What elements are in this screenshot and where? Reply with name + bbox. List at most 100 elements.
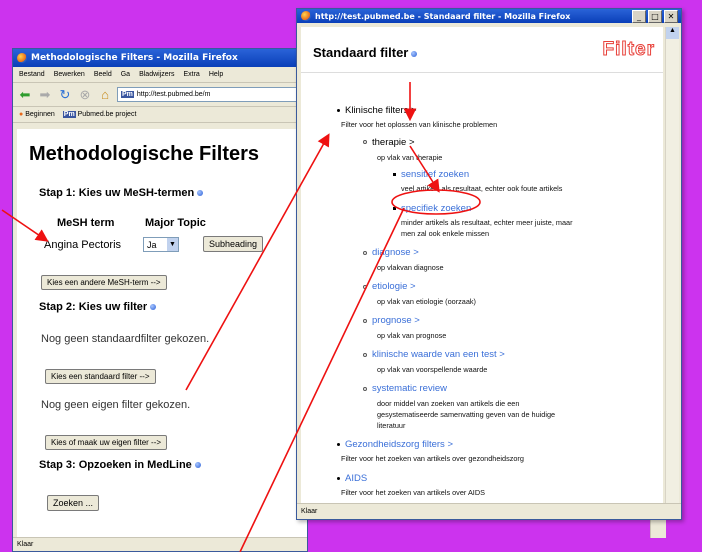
klinische-waarde-link[interactable]: klinische waarde van een test > bbox=[372, 349, 505, 360]
no-std-filter-text: Nog geen standaardfilter gekozen. bbox=[41, 333, 210, 345]
bookmark-pubmed[interactable]: Pm Pubmed.be project bbox=[62, 111, 137, 118]
item-etiologie[interactable]: etiologie > bbox=[363, 281, 416, 293]
firefox-icon bbox=[301, 11, 311, 21]
minimize-button[interactable]: _ bbox=[632, 9, 646, 23]
bullet-ring-icon bbox=[363, 386, 367, 391]
reload-icon[interactable]: ↻ bbox=[57, 87, 73, 103]
chevron-down-icon: ▼ bbox=[167, 238, 178, 251]
search-button[interactable]: Zoeken ... bbox=[47, 495, 100, 511]
standaard-filter-text: Standaard filter bbox=[313, 45, 409, 60]
item-diagnose[interactable]: diagnose > bbox=[363, 247, 419, 259]
item-sensitief[interactable]: sensitief zoeken bbox=[393, 169, 469, 181]
own-filter-button[interactable]: Kies of maak uw eigen filter --> bbox=[45, 435, 168, 450]
diagnose-desc: op vlakvan diagnose bbox=[377, 263, 444, 272]
menu-help[interactable]: Help bbox=[209, 71, 223, 78]
bullet-icon bbox=[337, 443, 340, 447]
other-mesh-button[interactable]: Kies een andere MeSH-term --> bbox=[41, 275, 167, 290]
scrollbar-up-arrow-icon[interactable]: ▲ bbox=[666, 27, 679, 39]
stop-icon[interactable]: ⊗ bbox=[77, 87, 93, 103]
left-browser-window: Methodologische Filters - Mozilla Firefo… bbox=[12, 48, 308, 552]
col-mesh-header: MeSH term bbox=[57, 217, 115, 229]
item-therapie[interactable]: therapie > bbox=[363, 137, 415, 149]
etiologie-desc: op vlak van etiologie (oorzaak) bbox=[377, 297, 476, 306]
right-scrollbar[interactable]: ▲ bbox=[665, 27, 679, 503]
filter-logo: Filter bbox=[602, 39, 655, 61]
bullet-ring-icon bbox=[363, 250, 367, 255]
step2-heading: Stap 2: Kies uw filter bbox=[39, 301, 157, 313]
item-aids[interactable]: AIDS bbox=[337, 473, 367, 485]
gezondheidszorg-link[interactable]: Gezondheidszorg filters > bbox=[345, 439, 453, 450]
aids-desc: Filter voor het zoeken van artikels over… bbox=[341, 488, 485, 497]
right-status-bar: Klaar bbox=[297, 503, 681, 519]
prognose-link[interactable]: prognose > bbox=[372, 315, 420, 326]
bookmark-pubmed-label: Pubmed.be project bbox=[77, 111, 137, 118]
klinische-desc: Filter voor het oplossen van klinische p… bbox=[341, 120, 498, 129]
menu-beeld[interactable]: Beeld bbox=[94, 71, 112, 78]
right-heading-row: Standaard filter Filter bbox=[301, 27, 663, 73]
item-klinische[interactable]: Klinische filters > bbox=[337, 105, 417, 117]
info-bullet-icon bbox=[197, 190, 204, 197]
aids-link[interactable]: AIDS bbox=[345, 473, 367, 484]
no-own-filter-text: Nog geen eigen filter gekozen. bbox=[41, 399, 191, 411]
step3-text: Stap 3: Opzoeken in MedLine bbox=[39, 459, 192, 471]
step2-text: Stap 2: Kies uw filter bbox=[39, 301, 148, 313]
close-button[interactable]: ✕ bbox=[664, 9, 678, 23]
item-specifiek[interactable]: specifiek zoeken bbox=[393, 203, 471, 215]
systematic-desc-2: gesystematiseerde samenvatting geven van… bbox=[377, 410, 556, 419]
right-window-title: http://test.pubmed.be - Standaard filter… bbox=[315, 11, 571, 21]
col-major-header: Major Topic bbox=[145, 217, 206, 229]
menu-extra[interactable]: Extra bbox=[183, 71, 199, 78]
left-page-content: Methodologische Filters Stap 1: Kies uw … bbox=[17, 129, 307, 537]
therapie-desc: op vlak van therapie bbox=[377, 153, 443, 162]
sensitief-link[interactable]: sensitief zoeken bbox=[401, 169, 469, 180]
item-gezondheidszorg[interactable]: Gezondheidszorg filters > bbox=[337, 439, 453, 451]
prognose-desc: op vlak van prognose bbox=[377, 331, 447, 340]
systematic-link[interactable]: systematic review bbox=[372, 383, 447, 394]
menu-bladwijzers[interactable]: Bladwijzers bbox=[139, 71, 174, 78]
right-title-bar: http://test.pubmed.be - Standaard filter… bbox=[297, 9, 681, 23]
left-menu-bar: Bestand Bewerken Beeld Ga Bladwijzers Ex… bbox=[13, 67, 307, 83]
left-url-field[interactable]: Pm http://test.pubmed.be/m bbox=[117, 87, 307, 102]
klinische-waarde-desc: op vlak van voorspellende waarde bbox=[377, 365, 488, 374]
item-klinische-waarde[interactable]: klinische waarde van een test > bbox=[363, 349, 505, 361]
home-icon[interactable]: ⌂ bbox=[97, 87, 113, 103]
subheading-button[interactable]: Subheading bbox=[203, 236, 264, 252]
menu-bestand[interactable]: Bestand bbox=[19, 71, 45, 78]
step1-heading: Stap 1: Kies uw MeSH-termen bbox=[39, 187, 204, 199]
left-nav-bar: ⬅ ➡ ↻ ⊗ ⌂ Pm http://test.pubmed.be/m bbox=[13, 83, 307, 107]
specifiek-link[interactable]: specifiek zoeken bbox=[401, 203, 471, 214]
item-prognose[interactable]: prognose > bbox=[363, 315, 420, 327]
menu-ga[interactable]: Ga bbox=[121, 71, 130, 78]
menu-bewerken[interactable]: Bewerken bbox=[54, 71, 85, 78]
diagnose-link[interactable]: diagnose > bbox=[372, 247, 419, 258]
back-arrow-icon[interactable]: ⬅ bbox=[17, 87, 33, 103]
bullet-icon bbox=[337, 108, 340, 112]
left-window-title: Methodologische Filters - Mozilla Firefo… bbox=[31, 53, 238, 63]
std-filter-button[interactable]: Kies een standaard filter --> bbox=[45, 369, 156, 384]
bullet-ring-icon bbox=[363, 140, 367, 145]
specifiek-desc-1: minder artikels als resultaat, echter me… bbox=[401, 218, 573, 227]
left-bookmarks-bar: ● Beginnen Pm Pubmed.be project bbox=[13, 107, 307, 123]
info-bullet-icon bbox=[150, 304, 157, 311]
info-bullet-icon bbox=[194, 462, 201, 469]
item-systematic[interactable]: systematic review bbox=[363, 383, 447, 395]
bookmark-beginnen[interactable]: ● Beginnen bbox=[19, 111, 55, 118]
major-topic-select[interactable]: Ja ▼ bbox=[143, 237, 179, 252]
klinische-label: Klinische filters > bbox=[345, 105, 417, 116]
left-title-bar: Methodologische Filters - Mozilla Firefo… bbox=[13, 49, 307, 67]
etiologie-link[interactable]: etiologie > bbox=[372, 281, 416, 292]
left-window-scrollbar[interactable] bbox=[650, 520, 666, 538]
forward-arrow-icon[interactable]: ➡ bbox=[37, 87, 53, 103]
step1-text: Stap 1: Kies uw MeSH-termen bbox=[39, 187, 195, 199]
bullet-square-icon bbox=[393, 207, 396, 211]
right-page-content: Standaard filter Filter Klinische filter… bbox=[301, 27, 663, 503]
right-browser-window: http://test.pubmed.be - Standaard filter… bbox=[296, 8, 682, 520]
right-status-text: Klaar bbox=[301, 508, 318, 515]
maximize-button[interactable]: □ bbox=[648, 9, 662, 23]
bullet-ring-icon bbox=[363, 318, 367, 323]
gezondheidszorg-desc: Filter voor het zoeken van artikels over… bbox=[341, 454, 524, 463]
systematic-desc-3: literatuur bbox=[377, 421, 406, 430]
left-status-text: Klaar bbox=[17, 541, 34, 548]
bullet-ring-icon bbox=[363, 284, 367, 289]
info-bullet-icon bbox=[411, 50, 418, 57]
